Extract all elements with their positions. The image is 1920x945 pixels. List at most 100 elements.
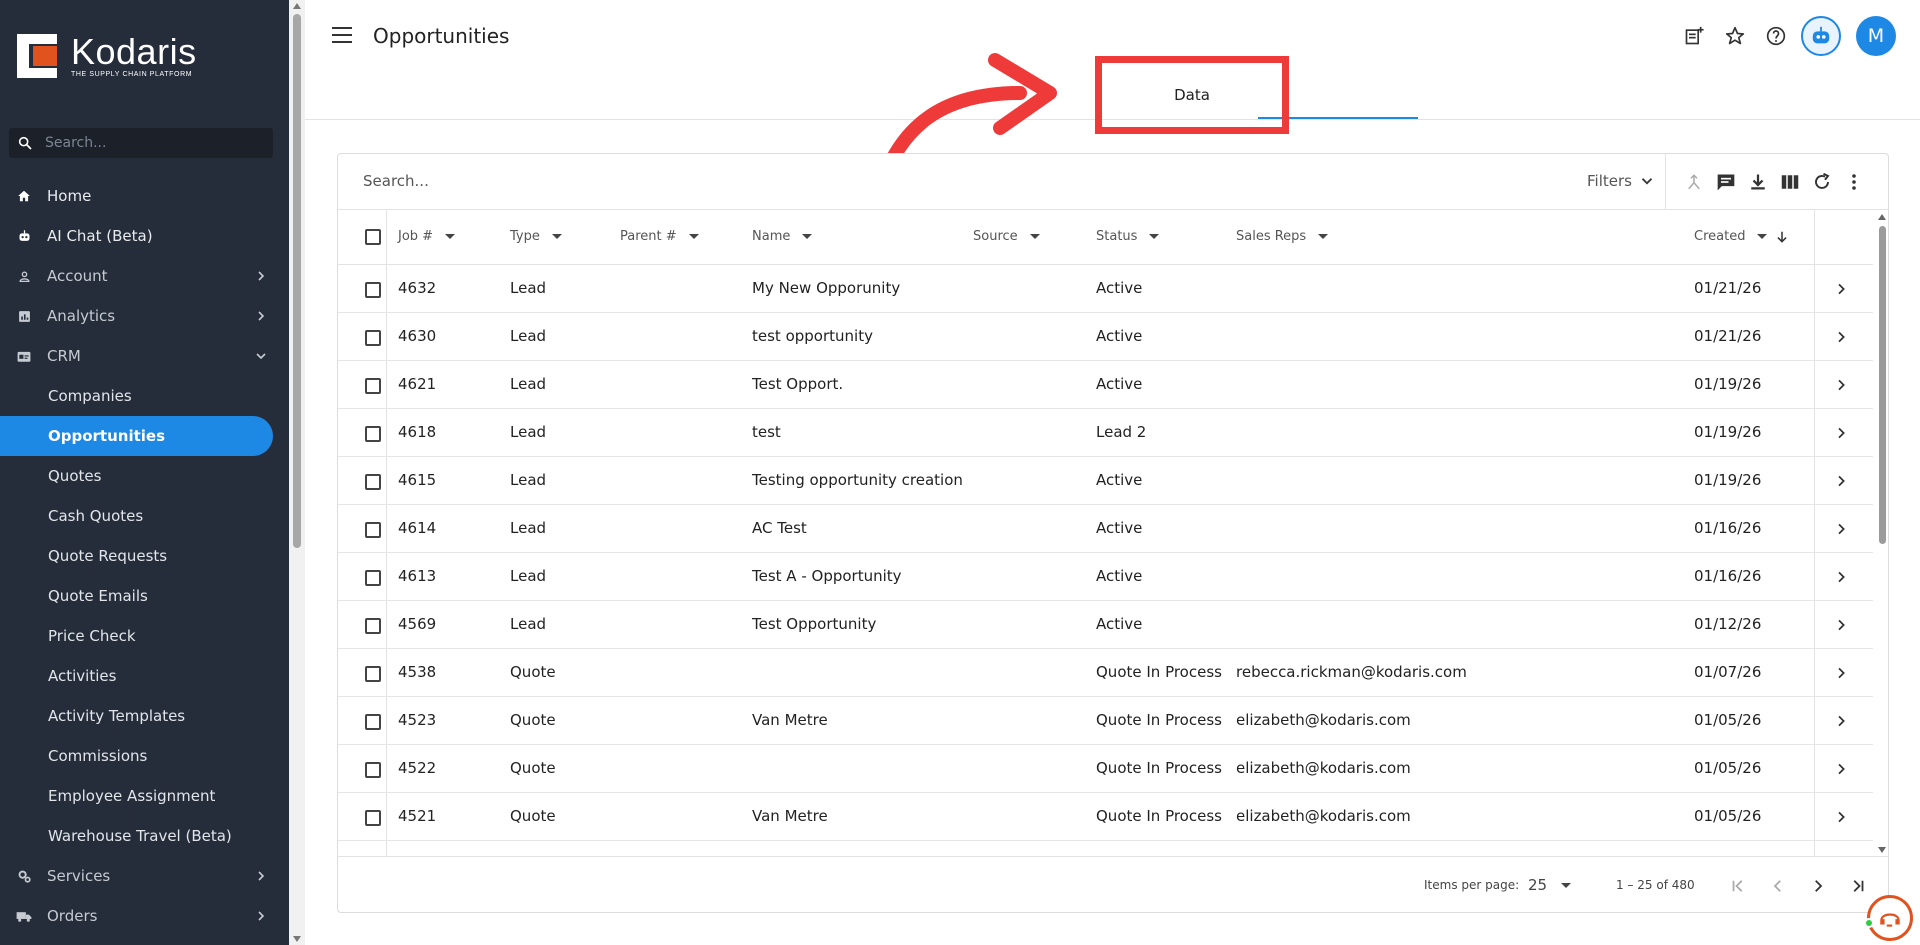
row-open-chevron-icon[interactable] — [1833, 281, 1849, 297]
first-page-button[interactable] — [1726, 874, 1750, 898]
table-row[interactable]: 4614 Lead AC Test Active 01/16/26 — [338, 505, 1873, 553]
column-header-status[interactable]: Status — [1096, 229, 1160, 244]
table-scrollbar[interactable] — [1876, 212, 1888, 855]
cell-status: Quote In Process — [1096, 663, 1222, 681]
row-open-chevron-icon[interactable] — [1833, 569, 1849, 585]
ai-assistant-button[interactable] — [1801, 16, 1841, 56]
row-open-chevron-icon[interactable] — [1833, 329, 1849, 345]
sort-caret-icon — [551, 234, 562, 239]
table-row[interactable]: 4613 Lead Test A - Opportunity Active 01/16/… — [338, 553, 1873, 601]
sidebar-item-opportunities[interactable]: Opportunities — [0, 416, 273, 456]
sidebar-item-activities[interactable]: Activities — [0, 656, 289, 696]
sidebar-scrollbar[interactable] — [289, 0, 305, 945]
row-open-chevron-icon[interactable] — [1833, 521, 1849, 537]
row-open-chevron-icon[interactable] — [1833, 473, 1849, 489]
star-icon[interactable] — [1724, 25, 1746, 47]
sidebar-item-orders[interactable]: Orders — [0, 896, 289, 936]
table-row[interactable]: 4522 Quote Quote In Process elizabeth@kodar… — [338, 745, 1873, 793]
sidebar-item-ai-chat[interactable]: AI Chat (Beta) — [0, 216, 289, 256]
cell-name: AC Test — [752, 519, 807, 537]
column-header-source[interactable]: Source — [973, 229, 1040, 244]
row-checkbox[interactable] — [365, 474, 381, 490]
column-header-sales-reps[interactable]: Sales Reps — [1236, 229, 1329, 244]
row-open-chevron-icon[interactable] — [1833, 617, 1849, 633]
sidebar-item-analytics[interactable]: Analytics — [0, 296, 289, 336]
page-size-select[interactable]: 25 — [1528, 876, 1572, 894]
table-row[interactable]: 4615 Lead Testing opportunity creation Acti… — [338, 457, 1873, 505]
cell-type: Lead — [510, 423, 547, 441]
row-checkbox[interactable] — [365, 666, 381, 682]
menu-icon[interactable] — [332, 27, 352, 43]
tab-data[interactable]: Data — [1095, 56, 1289, 134]
sidebar-item-quote-emails[interactable]: Quote Emails — [0, 576, 289, 616]
row-checkbox[interactable] — [365, 522, 381, 538]
row-checkbox[interactable] — [365, 714, 381, 730]
comment-icon[interactable] — [1715, 171, 1737, 193]
robot-icon — [1812, 26, 1830, 44]
page-title: Opportunities — [373, 24, 510, 48]
row-checkbox[interactable] — [365, 570, 381, 586]
kodaris-logo[interactable]: Kodaris THE SUPPLY CHAIN PLATFORM — [17, 34, 197, 78]
row-checkbox[interactable] — [365, 330, 381, 346]
row-open-chevron-icon[interactable] — [1833, 665, 1849, 681]
sidebar-item-label: Opportunities — [48, 427, 166, 445]
row-checkbox[interactable] — [365, 426, 381, 442]
robot-icon — [16, 228, 32, 244]
sidebar-item-quotes[interactable]: Quotes — [0, 456, 289, 496]
filters-button[interactable]: Filters — [1587, 172, 1656, 190]
table-row[interactable]: 4523 Quote Van Metre Quote In Process elizab… — [338, 697, 1873, 745]
sidebar-item-activity-templates[interactable]: Activity Templates — [0, 696, 289, 736]
row-checkbox[interactable] — [365, 810, 381, 826]
column-header-name[interactable]: Name — [752, 229, 813, 244]
add-note-icon[interactable] — [1683, 25, 1705, 47]
row-checkbox[interactable] — [365, 378, 381, 394]
sidebar-item-home[interactable]: Home — [0, 176, 289, 216]
more-vert-icon[interactable] — [1843, 171, 1865, 193]
next-page-button[interactable] — [1806, 874, 1830, 898]
sidebar-item-quote-requests[interactable]: Quote Requests — [0, 536, 289, 576]
sidebar-item-commissions[interactable]: Commissions — [0, 736, 289, 776]
avatar[interactable]: M — [1856, 16, 1896, 56]
columns-icon[interactable] — [1779, 171, 1801, 193]
sidebar-item-crm[interactable]: CRM — [0, 336, 289, 376]
row-checkbox[interactable] — [365, 762, 381, 778]
select-all-checkbox[interactable] — [365, 229, 381, 245]
download-icon[interactable] — [1747, 171, 1769, 193]
table-search-input[interactable]: Search... — [363, 172, 429, 190]
sidebar-item-cash-quotes[interactable]: Cash Quotes — [0, 496, 289, 536]
row-open-chevron-icon[interactable] — [1833, 809, 1849, 825]
table-row[interactable]: 4538 Quote Quote In Process rebecca.rickman… — [338, 649, 1873, 697]
support-chat-button[interactable] — [1867, 895, 1913, 941]
sidebar-item-warehouse-travel[interactable]: Warehouse Travel (Beta) — [0, 816, 289, 856]
table-row[interactable]: 4569 Lead Test Opportunity Active 01/12/26 — [338, 601, 1873, 649]
sidebar-item-price-check[interactable]: Price Check — [0, 616, 289, 656]
column-header-job[interactable]: Job # — [398, 229, 456, 244]
row-open-chevron-icon[interactable] — [1833, 377, 1849, 393]
row-open-chevron-icon[interactable] — [1833, 425, 1849, 441]
cell-job: 4523 — [398, 711, 437, 729]
table-row[interactable]: 4618 Lead test Lead 2 01/19/26 — [338, 409, 1873, 457]
table-row[interactable]: 4521 Quote Van Metre Quote In Process elizab… — [338, 793, 1873, 841]
table-row[interactable]: 4632 Lead My New Opporunity Active 01/21/26 — [338, 265, 1873, 313]
cell-job: 4613 — [398, 567, 437, 585]
merge-icon[interactable] — [1683, 171, 1705, 193]
column-header-created[interactable]: Created — [1694, 229, 1789, 244]
row-open-chevron-icon[interactable] — [1833, 761, 1849, 777]
column-header-parent[interactable]: Parent # — [620, 229, 699, 244]
row-checkbox[interactable] — [365, 618, 381, 634]
sidebar-item-account[interactable]: Account — [0, 256, 289, 296]
refresh-icon[interactable] — [1811, 171, 1833, 193]
row-checkbox[interactable] — [365, 282, 381, 298]
cell-job: 4569 — [398, 615, 437, 633]
row-open-chevron-icon[interactable] — [1833, 713, 1849, 729]
table-row[interactable]: 4630 Lead test opportunity Active 01/21/26 — [338, 313, 1873, 361]
sidebar-item-employee-assignment[interactable]: Employee Assignment — [0, 776, 289, 816]
column-header-type[interactable]: Type — [510, 229, 562, 244]
sidebar-item-companies[interactable]: Companies — [0, 376, 289, 416]
last-page-button[interactable] — [1846, 874, 1870, 898]
help-icon[interactable] — [1765, 25, 1787, 47]
sidebar-item-services[interactable]: Services — [0, 856, 289, 896]
previous-page-button[interactable] — [1766, 874, 1790, 898]
sidebar-search-input[interactable]: Search... — [9, 128, 273, 158]
table-row[interactable]: 4621 Lead Test Opport. Active 01/19/26 — [338, 361, 1873, 409]
